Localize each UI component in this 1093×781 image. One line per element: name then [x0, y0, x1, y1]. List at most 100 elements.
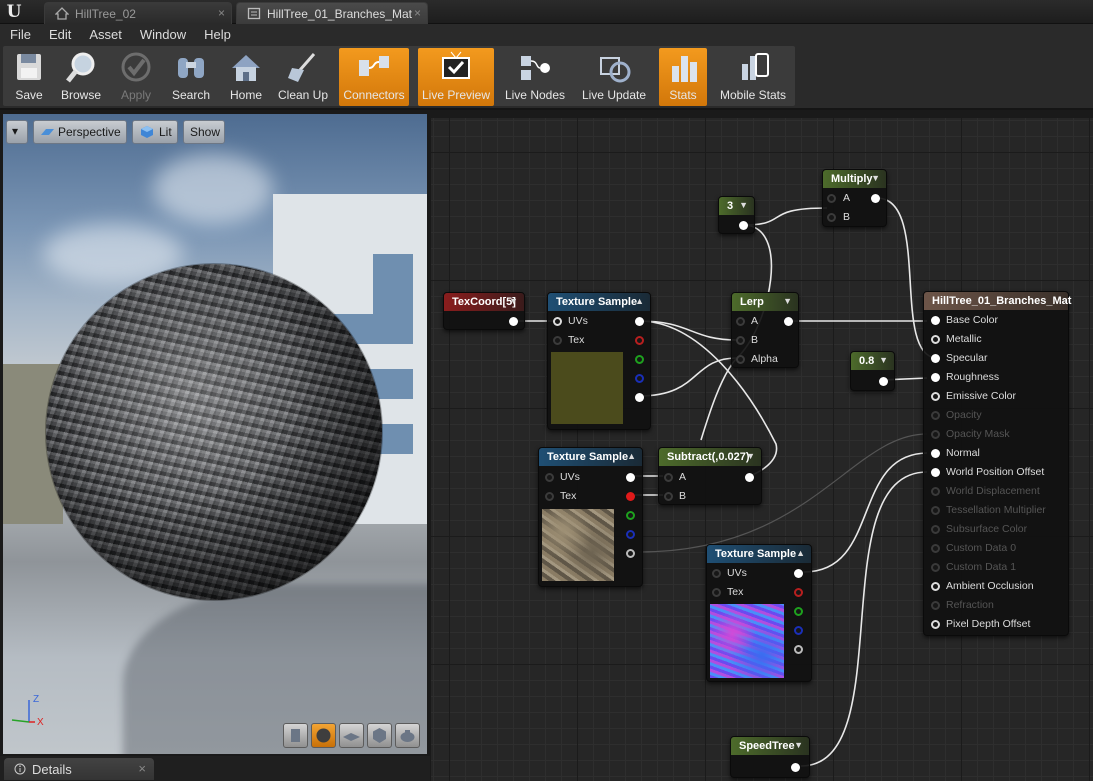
output-pin-g[interactable] [626, 511, 635, 520]
input-pin-a[interactable] [664, 473, 673, 482]
output-pin-r[interactable] [635, 336, 644, 345]
viewport-options-dropdown[interactable]: ▾ [6, 120, 28, 144]
input-pin-a[interactable] [736, 317, 745, 326]
output-pin-a[interactable] [635, 393, 644, 402]
input-pin-tex[interactable] [712, 588, 721, 597]
output-pin-rgb[interactable] [635, 317, 644, 326]
multiply-node[interactable]: Multiply ▼ A B [822, 169, 887, 227]
tab-hilltree-01-branches-mat[interactable]: HillTree_01_Branches_Mat × [236, 2, 428, 24]
collapse-arrow-icon[interactable]: ▲ [627, 451, 636, 461]
speedtree-node[interactable]: SpeedTree ▼ [730, 736, 810, 778]
stats-button[interactable]: Stats [659, 48, 707, 106]
lit-button[interactable]: Lit [132, 120, 178, 144]
input-pin-alpha[interactable] [736, 355, 745, 364]
chevron-down-icon[interactable]: ▼ [879, 355, 888, 365]
output-pin-rgb[interactable] [626, 473, 635, 482]
output-pin[interactable] [791, 763, 800, 772]
lerp-node[interactable]: Lerp ▼ A B Alpha [731, 292, 799, 368]
preview-sphere-button[interactable] [311, 723, 336, 748]
menu-window[interactable]: Window [130, 24, 194, 44]
preview-cube-button[interactable] [367, 723, 392, 748]
chevron-down-icon[interactable]: ▼ [739, 200, 748, 210]
material-graph-canvas[interactable]: 3 ▼ Multiply ▼ A B TexCoord[5] ▼ Texture Sa… [431, 114, 1093, 781]
texture-sample-node[interactable]: Texture Sample ▲ UVs Tex [538, 447, 643, 587]
input-pin[interactable] [931, 468, 940, 477]
chevron-down-icon[interactable]: ▼ [794, 740, 803, 750]
input-pin[interactable] [931, 392, 940, 401]
output-pin[interactable] [509, 317, 518, 326]
input-pin[interactable] [931, 373, 940, 382]
constant-node-3[interactable]: 3 ▼ [718, 196, 755, 234]
mobile-stats-button[interactable]: Mobile Stats [714, 48, 792, 106]
output-pin-g[interactable] [794, 607, 803, 616]
output-pin[interactable] [784, 317, 793, 326]
chevron-down-icon[interactable]: ▼ [509, 296, 518, 306]
details-tab[interactable]: Details × [4, 758, 154, 780]
input-pin-b[interactable] [827, 213, 836, 222]
input-pin[interactable] [931, 354, 940, 363]
texture-sample-node[interactable]: Texture Sample ▲ UVs Tex [547, 292, 651, 430]
input-pin-uvs[interactable] [712, 569, 721, 578]
chevron-down-icon[interactable]: ▼ [871, 173, 880, 183]
output-pin-a[interactable] [626, 549, 635, 558]
output-pin[interactable] [879, 377, 888, 386]
chevron-down-icon[interactable]: ▼ [746, 451, 755, 461]
input-pin[interactable] [931, 449, 940, 458]
menu-asset[interactable]: Asset [79, 24, 130, 44]
output-pin-r[interactable] [794, 588, 803, 597]
output-pin-r[interactable] [626, 492, 635, 501]
material-result-node[interactable]: HillTree_01_Branches_Mat Base Color Metal… [923, 291, 1071, 636]
input-pin-uvs[interactable] [553, 317, 562, 326]
output-pin[interactable] [871, 194, 880, 203]
close-icon[interactable]: × [138, 761, 146, 776]
preview-cylinder-button[interactable] [283, 723, 308, 748]
output-pin-g[interactable] [635, 355, 644, 364]
chevron-down-icon[interactable]: ▼ [783, 296, 792, 306]
input-pin-b[interactable] [736, 336, 745, 345]
live-preview-button[interactable]: Live Preview [418, 48, 494, 106]
menu-help[interactable]: Help [194, 24, 239, 44]
output-pin-a[interactable] [794, 645, 803, 654]
preview-viewport[interactable]: ▾ Perspective Lit Show Z X [3, 114, 427, 754]
collapse-arrow-icon[interactable]: ▲ [796, 548, 805, 558]
input-pin-uvs[interactable] [545, 473, 554, 482]
output-pin-b[interactable] [635, 374, 644, 383]
menu-file[interactable]: File [0, 24, 39, 44]
perspective-button[interactable]: Perspective [33, 120, 127, 144]
connectors-button[interactable]: Connectors [339, 48, 409, 106]
subtract-node[interactable]: Subtract(,0.027) ▼ A B [658, 447, 762, 505]
output-pin-b[interactable] [794, 626, 803, 635]
home-button[interactable]: Home [224, 48, 268, 106]
input-pin-b[interactable] [664, 492, 673, 501]
output-pin-rgb[interactable] [794, 569, 803, 578]
input-pin-tex[interactable] [553, 336, 562, 345]
live-nodes-button[interactable]: Live Nodes [502, 48, 568, 106]
input-pin-a[interactable] [827, 194, 836, 203]
texture-sample-node[interactable]: Texture Sample ▲ UVs Tex [706, 544, 812, 682]
save-button[interactable]: Save [6, 48, 52, 106]
live-update-button[interactable]: Live Update [578, 48, 650, 106]
close-icon[interactable]: × [218, 6, 225, 20]
collapse-arrow-icon[interactable]: ▲ [635, 296, 644, 306]
input-pin[interactable] [931, 335, 940, 344]
input-pin[interactable] [931, 620, 940, 629]
tab-hilltree-02[interactable]: HillTree_02 × [44, 2, 232, 24]
show-button[interactable]: Show [183, 120, 225, 144]
input-pin-tex[interactable] [545, 492, 554, 501]
texcoord-node[interactable]: TexCoord[5] ▼ [443, 292, 525, 330]
apply-button[interactable]: Apply [112, 48, 160, 106]
browse-button[interactable]: Browse [56, 48, 106, 106]
preview-plane-button[interactable] [339, 723, 364, 748]
input-pin[interactable] [931, 582, 940, 591]
input-pin[interactable] [931, 316, 940, 325]
output-pin[interactable] [745, 473, 754, 482]
output-pin-b[interactable] [626, 530, 635, 539]
menu-edit[interactable]: Edit [39, 24, 79, 44]
close-icon[interactable]: × [414, 6, 421, 20]
clean-up-button[interactable]: Clean Up [274, 48, 332, 106]
constant-node-0-8[interactable]: 0.8 ▼ [850, 351, 895, 391]
preview-teapot-button[interactable] [395, 723, 420, 748]
search-button[interactable]: Search [168, 48, 214, 106]
input-pin [931, 506, 940, 515]
output-pin[interactable] [739, 221, 748, 230]
